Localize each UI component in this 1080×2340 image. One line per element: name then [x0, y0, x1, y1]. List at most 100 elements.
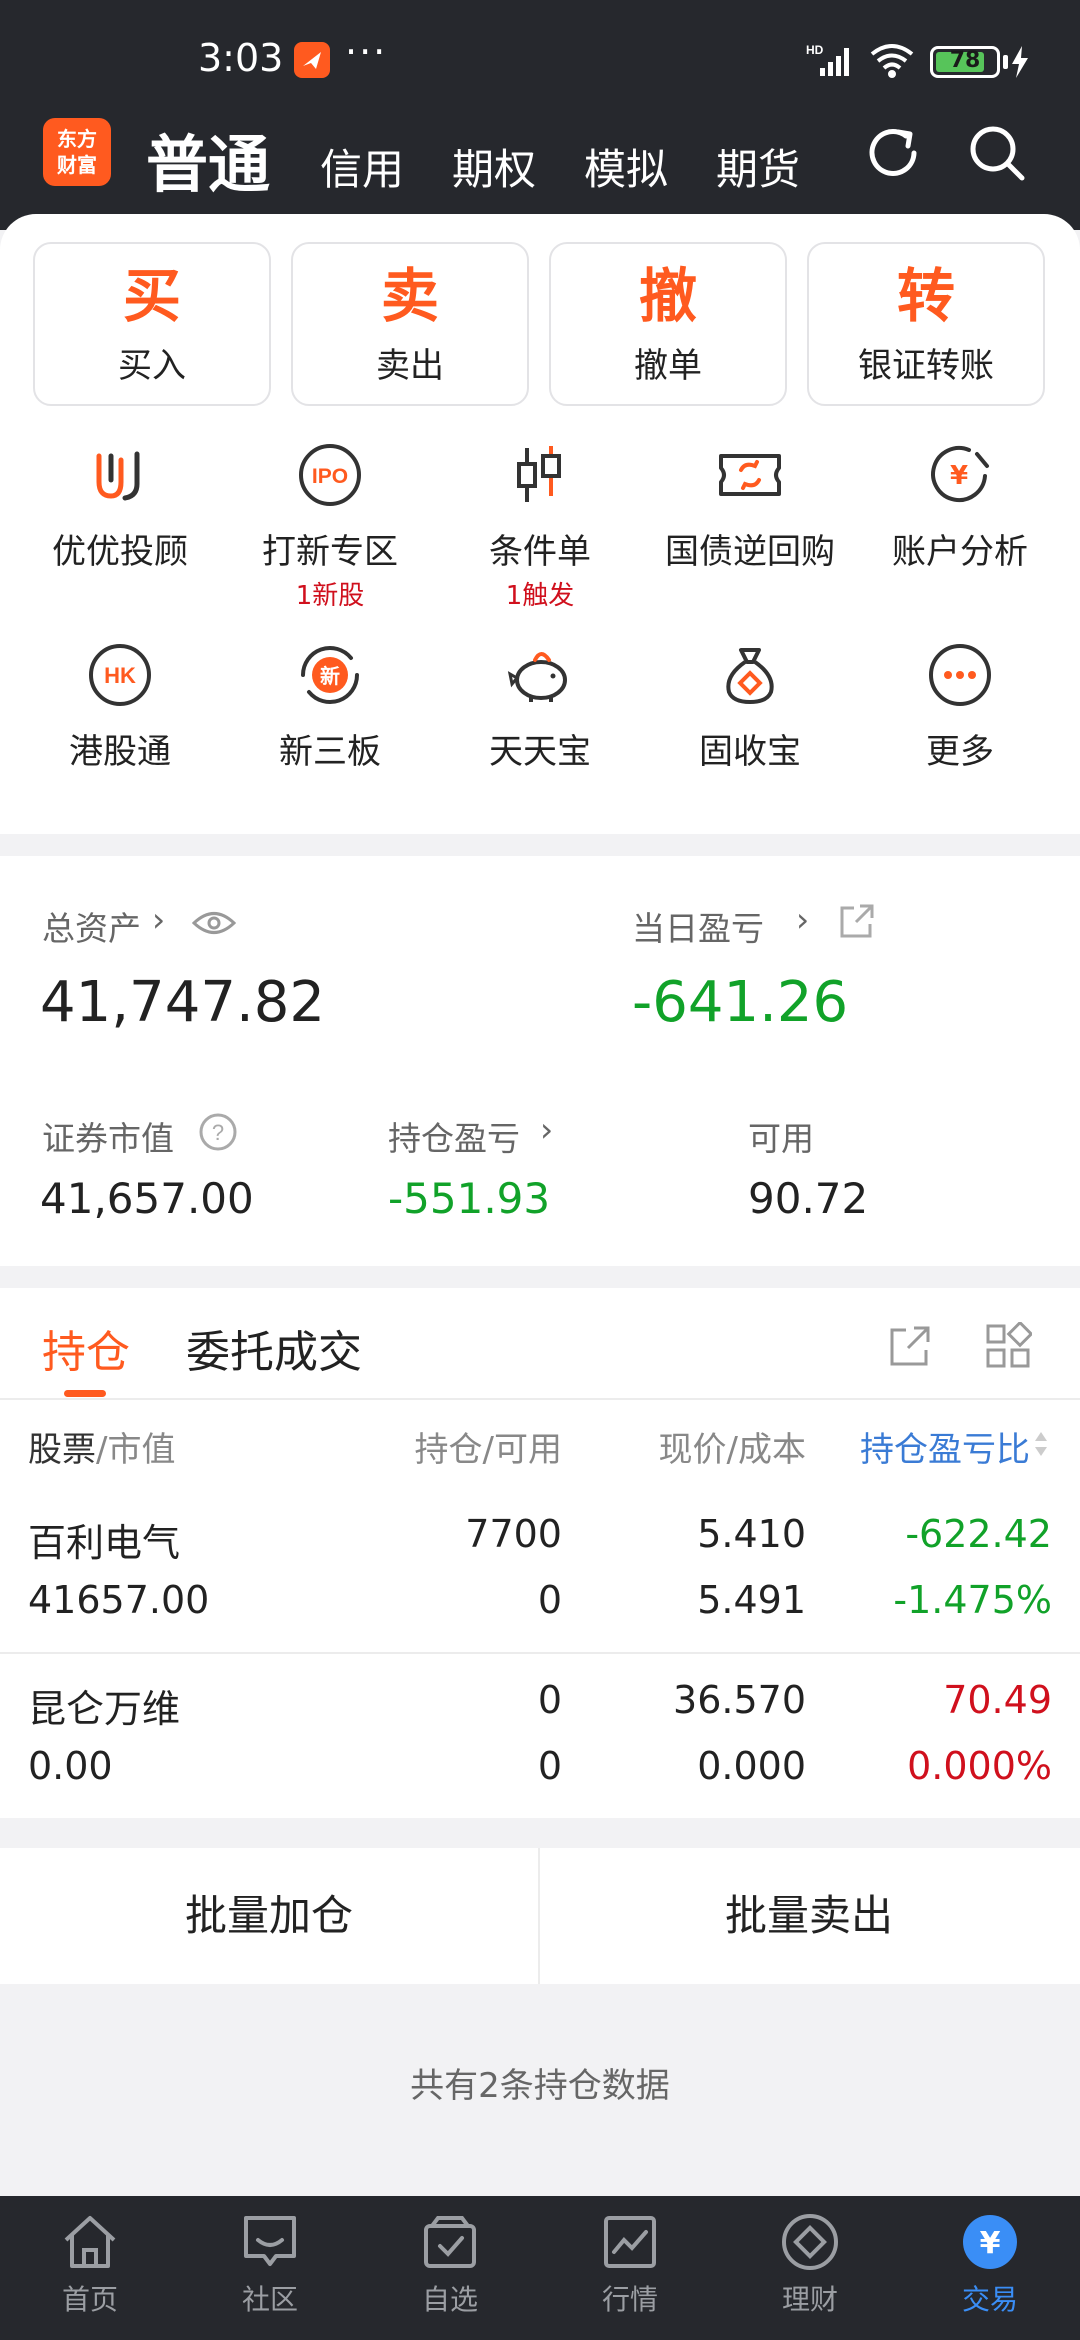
nav-market[interactable]: 行情 [540, 2196, 720, 2340]
pl-amount: 70.49 [943, 1678, 1052, 1722]
stock-market-value: 41657.00 [28, 1578, 210, 1622]
app-header: 东方 财富 普通 信用 期权 模拟 期货 [0, 110, 1080, 220]
positions-count-note: 共有2条持仓数据 [410, 2066, 670, 2106]
svg-text:?: ? [212, 1120, 224, 1145]
grid-item-uu-advisor[interactable]: 优优投顾 [15, 440, 225, 573]
refresh-icon[interactable] [862, 122, 924, 184]
grid-item-ipo[interactable]: IPO 打新专区 1新股 [225, 440, 435, 612]
nav-wealth[interactable]: 理财 [720, 2196, 900, 2340]
holding-pl-label[interactable]: 持仓盈亏 [388, 1112, 520, 1160]
ipo-icon: IPO [299, 444, 361, 506]
more-notifications-icon: ··· [345, 30, 388, 74]
current-price: 36.570 [673, 1678, 806, 1722]
watchlist-icon [424, 2216, 476, 2268]
wealth-icon [782, 2214, 838, 2270]
col-stock: 股票 [28, 1430, 96, 1470]
positions-panel: 持仓 委托成交 股票 /市值 持仓/可用 现价/成本 持仓盈亏比 百利电气 41… [0, 1288, 1080, 1818]
wifi-icon [870, 44, 914, 78]
batch-add-button[interactable]: 批量加仓 [0, 1848, 538, 1984]
batch-actions: 批量加仓 批量卖出 [0, 1848, 1080, 1984]
market-icon [604, 2216, 656, 2268]
community-icon [244, 2216, 296, 2266]
account-analysis-icon: ¥ [931, 446, 989, 503]
chevron-right-icon: › [152, 900, 166, 939]
nav-trade[interactable]: ¥ 交易 [900, 2196, 1080, 2340]
share-icon[interactable] [838, 902, 876, 940]
chevron-right-icon: › [540, 1110, 554, 1149]
sort-icon[interactable] [1034, 1430, 1048, 1458]
grid-item-fixed-income[interactable]: 固收宝 [645, 640, 855, 773]
quick-actions-panel: 买 买入 卖 卖出 撤 撤单 转 银证转账 优优投顾 IPO 打新专区 1新股 [0, 214, 1080, 834]
grid-item-tiantianbao[interactable]: 天天宝 [435, 640, 645, 773]
sell-button[interactable]: 卖 卖出 [291, 242, 529, 406]
eye-icon[interactable] [192, 908, 236, 938]
tab-simulation[interactable]: 模拟 [584, 136, 668, 197]
current-price: 5.410 [697, 1512, 806, 1556]
signal-icon: HD [806, 43, 849, 76]
battery-icon: 78 [930, 46, 1000, 78]
more-icon [929, 644, 991, 706]
market-value: 41,657.00 [40, 1174, 254, 1223]
cost-price: 5.491 [697, 1578, 806, 1622]
bank-transfer-button[interactable]: 转 银证转账 [807, 242, 1045, 406]
active-tab-indicator [64, 1390, 106, 1397]
tab-credit[interactable]: 信用 [320, 136, 404, 197]
share-icon[interactable] [886, 1322, 934, 1370]
market-value-label: 证券市值 [42, 1119, 174, 1158]
pl-percent: 0.000% [907, 1744, 1052, 1788]
col-market-value: /市值 [96, 1430, 176, 1470]
holding-qty: 7700 [465, 1512, 562, 1556]
hk-icon: HK [89, 644, 151, 706]
notification-app-icon [294, 42, 330, 78]
chevron-right-icon: › [796, 900, 810, 939]
svg-text:IPO: IPO [312, 465, 348, 488]
grid-item-conditional-order[interactable]: 条件单 1触发 [435, 440, 645, 612]
status-time: 3:03 [198, 36, 284, 80]
nav-watchlist[interactable]: 自选 [360, 2196, 540, 2340]
daily-pl-label[interactable]: 当日盈亏 [632, 902, 764, 950]
available-label: 可用 [748, 1119, 814, 1158]
holding-pl-value: -551.93 [388, 1174, 551, 1223]
charging-icon [1012, 46, 1028, 78]
tab-futures[interactable]: 期货 [716, 136, 800, 197]
money-bag-icon [726, 648, 774, 705]
grid-item-reverse-repo[interactable]: 国债逆回购 [645, 440, 855, 573]
buy-button[interactable]: 买 买入 [33, 242, 271, 406]
app-logo[interactable]: 东方 财富 [43, 118, 111, 186]
col-price: 现价/成本 [658, 1430, 806, 1470]
status-bar: 3:03 ··· HD 78 [0, 0, 1080, 120]
trade-icon: ¥ [963, 2215, 1017, 2269]
grid-item-account-analysis[interactable]: ¥ 账户分析 [855, 440, 1065, 573]
available-value: 90.72 [748, 1174, 869, 1223]
svg-text:¥: ¥ [980, 2226, 1001, 2261]
help-icon[interactable]: ? [198, 1112, 238, 1152]
svg-text:新: 新 [320, 664, 340, 688]
svg-text:HK: HK [104, 663, 136, 688]
tab-positions[interactable]: 持仓 [42, 1316, 130, 1380]
search-icon[interactable] [966, 122, 1028, 184]
uu-advisor-icon [96, 451, 140, 501]
nav-home[interactable]: 首页 [0, 2196, 180, 2340]
available-qty: 0 [537, 1578, 562, 1622]
available-qty: 0 [537, 1744, 562, 1788]
nav-community[interactable]: 社区 [180, 2196, 360, 2340]
cancel-order-button[interactable]: 撤 撤单 [549, 242, 787, 406]
daily-pl-value: -641.26 [632, 970, 849, 1035]
pl-amount: -622.42 [905, 1512, 1052, 1556]
tab-options[interactable]: 期权 [452, 136, 536, 197]
stock-name: 昆仑万维 [28, 1687, 181, 1731]
grid-view-icon[interactable] [984, 1322, 1032, 1370]
grid-item-new-third-board[interactable]: 新 新三板 [225, 640, 435, 773]
tab-orders-trades[interactable]: 委托成交 [186, 1316, 362, 1380]
grid-item-more[interactable]: 更多 [855, 640, 1065, 773]
total-assets-value: 41,747.82 [40, 970, 326, 1035]
col-pl-ratio[interactable]: 持仓盈亏比 [860, 1422, 1030, 1471]
repo-ticket-icon [719, 454, 781, 496]
stock-market-value: 0.00 [28, 1744, 113, 1788]
battery-level: 78 [949, 48, 981, 73]
ipo-new-count: 1新股 [295, 581, 365, 611]
batch-sell-button[interactable]: 批量卖出 [540, 1848, 1078, 1984]
tab-normal[interactable]: 普通 [146, 114, 270, 204]
grid-item-hk-connect[interactable]: HK 港股通 [15, 640, 225, 773]
total-assets-label[interactable]: 总资产 [42, 902, 141, 950]
